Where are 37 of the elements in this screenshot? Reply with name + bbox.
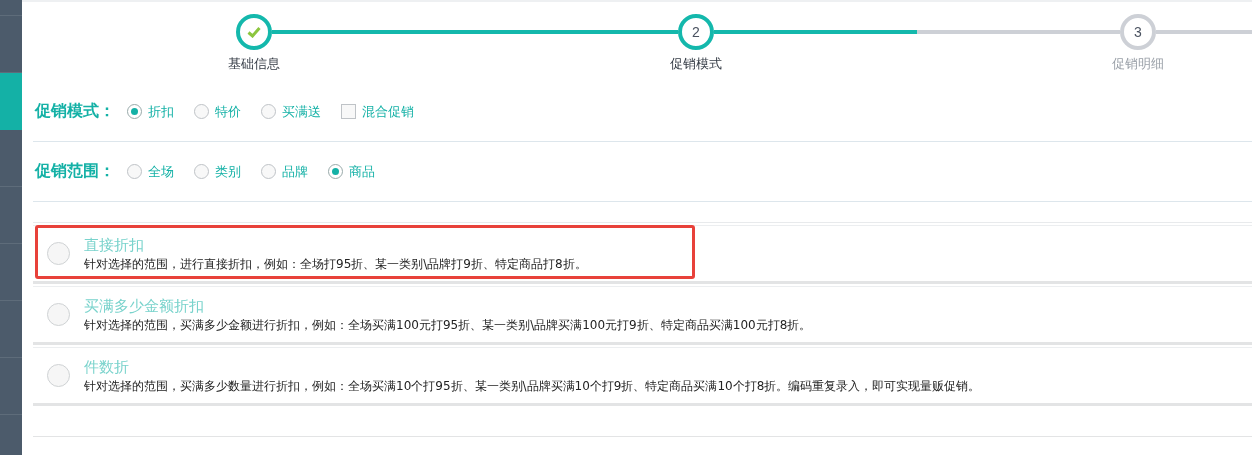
sidebar-item[interactable] — [0, 73, 22, 130]
step-circle: 3 — [1120, 14, 1156, 50]
option-title: 直接折扣 — [84, 234, 145, 255]
option-title: 件数折 — [84, 356, 130, 377]
checkbox-option[interactable]: 混合促销 — [341, 102, 414, 121]
radio-option[interactable]: 类别 — [194, 162, 241, 181]
radio-button[interactable] — [127, 164, 142, 179]
radio-option[interactable]: 商品 — [328, 162, 375, 181]
option-description: 针对选择的范围，买满多少数量进行折扣，例如：全场买满10个打95折、某一类别\品牌买满10个打9折、特定商品买满10个打8折。编码重复录入，即可实现量贩促销。 — [84, 377, 981, 395]
radio-option[interactable]: 特价 — [194, 102, 241, 121]
radio-option[interactable]: 买满送 — [261, 102, 321, 121]
step-circle: 2 — [678, 14, 714, 50]
option-description: 针对选择的范围，进行直接折扣，例如：全场打95折、某一类别\品牌打9折、特定商品打8折。 — [84, 255, 587, 273]
step-label: 促销明细 — [1112, 55, 1164, 73]
radio-button[interactable] — [47, 303, 70, 326]
radio-option[interactable]: 品牌 — [261, 162, 308, 181]
option-card[interactable]: 买满多少金额折扣 针对选择的范围，买满多少金额进行折扣，例如：全场买满100元打95折、某一类别\品牌买满100元打9折、特定商品买满100元打8折。 — [33, 286, 1252, 345]
option-card[interactable]: 件数折 针对选择的范围，买满多少数量进行折扣，例如：全场买满10个打95折、某一类别\品牌买满10个打9折、特定商品买满10个打8折。编码重复录入，即可实现量贩促销。 — [33, 347, 1252, 406]
radio-option[interactable]: 折扣 — [127, 102, 174, 121]
option-card[interactable]: 直接折扣 针对选择的范围，进行直接折扣，例如：全场打95折、某一类别\品牌打9折、特定商品打8折。 — [33, 225, 1252, 284]
option-description: 针对选择的范围，买满多少金额进行折扣，例如：全场买满100元打95折、某一类别\品牌买满100元打9折、特定商品买满100元打8折。 — [84, 316, 812, 334]
checkbox[interactable] — [341, 104, 356, 119]
step-label: 基础信息 — [228, 55, 280, 73]
radio-option[interactable]: 全场 — [127, 162, 174, 181]
radio-button[interactable] — [194, 164, 209, 179]
field-label: 促销范围： — [35, 161, 116, 182]
radio-button[interactable] — [127, 104, 142, 119]
radio-button[interactable] — [328, 164, 343, 179]
radio-button[interactable] — [261, 164, 276, 179]
radio-button[interactable] — [47, 364, 70, 387]
step-label: 促销模式 — [670, 55, 722, 73]
radio-button[interactable] — [261, 104, 276, 119]
radio-button[interactable] — [47, 242, 70, 265]
radio-button[interactable] — [194, 104, 209, 119]
check-icon — [247, 26, 261, 38]
option-title: 买满多少金额折扣 — [84, 295, 205, 316]
field-label: 促销模式： — [35, 101, 116, 122]
